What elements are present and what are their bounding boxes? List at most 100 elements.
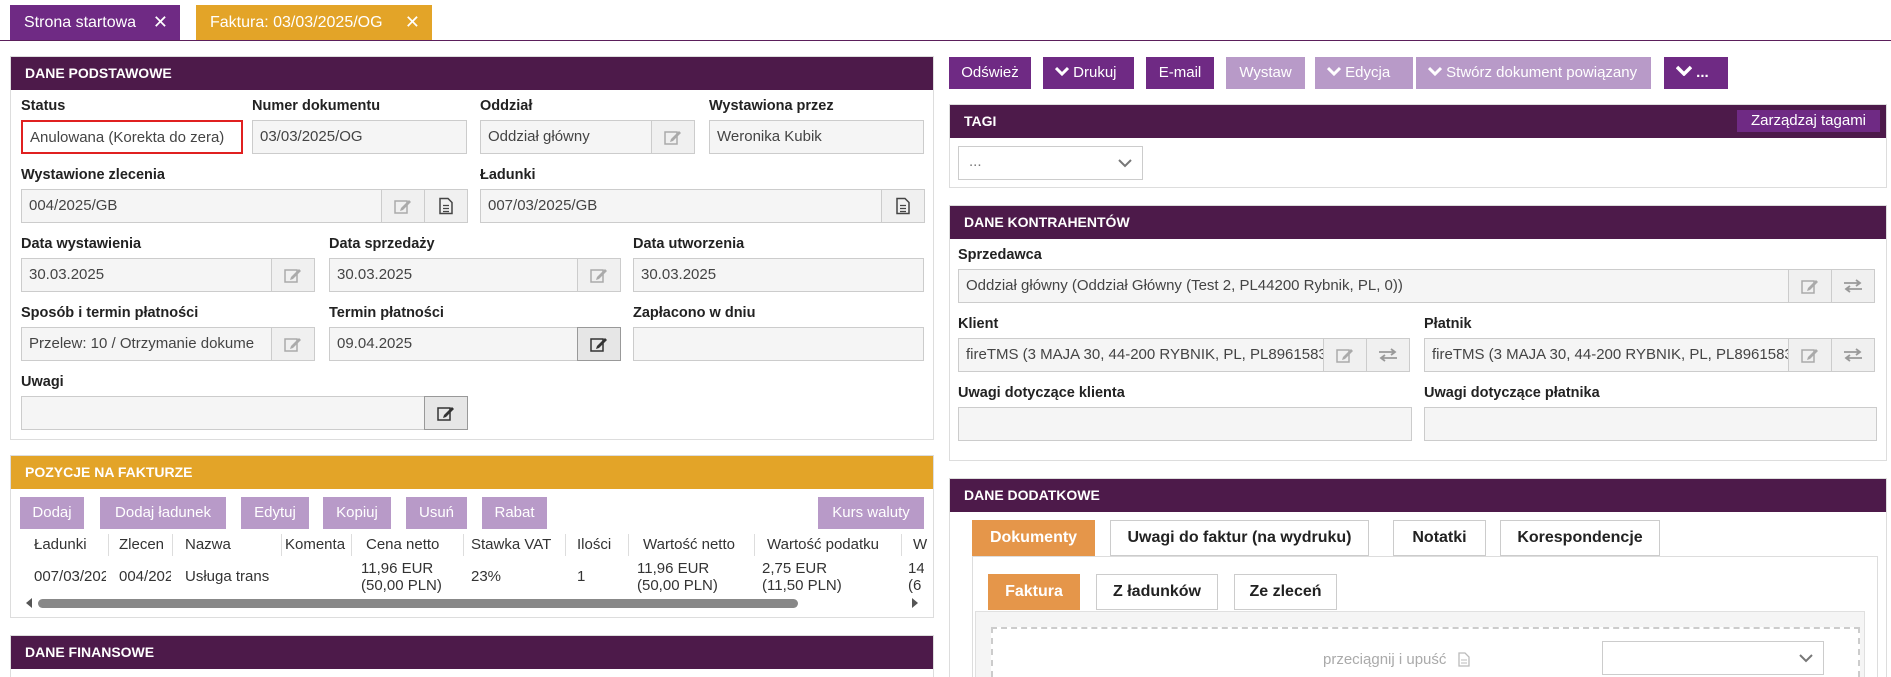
chevron-down-icon — [1427, 66, 1443, 77]
issue-date-label: Data wystawienia — [21, 236, 142, 252]
close-icon[interactable]: ✕ — [153, 5, 168, 40]
tab-label: Faktura: 03/03/2025/OG — [210, 14, 383, 31]
orders-field[interactable]: 004/2025/GB — [21, 189, 383, 223]
tab-notes[interactable]: Notatki — [1393, 520, 1486, 556]
panel-header: DANE KONTRAHENTÓW — [950, 206, 1886, 239]
edit-due-date-button[interactable] — [577, 327, 621, 361]
tab-label: Strona startowa — [24, 14, 137, 31]
copy-item-button[interactable]: Kopiuj — [323, 497, 391, 529]
scroll-left-arrow[interactable] — [26, 598, 32, 608]
edit-sale-date-button[interactable] — [577, 258, 621, 292]
status-field[interactable]: Anulowana (Korekta do zera) — [21, 120, 243, 154]
column-header[interactable]: Wartość netto — [643, 536, 753, 553]
payer-notes-field[interactable] — [1424, 407, 1877, 441]
loads-label: Ładunki — [480, 167, 536, 183]
horizontal-scrollbar[interactable] — [20, 596, 924, 612]
tab-documents[interactable]: Dokumenty — [972, 520, 1095, 556]
delete-item-button[interactable]: Usuń — [406, 497, 467, 529]
subtab-from-loads[interactable]: Z ładunków — [1096, 574, 1218, 610]
cell-order: 004/202 — [119, 568, 171, 585]
edit-client-button[interactable] — [1323, 338, 1367, 372]
edit-issue-date-button[interactable] — [271, 258, 315, 292]
tags-select[interactable]: ... — [958, 146, 1143, 180]
edit-item-button[interactable]: Edytuj — [241, 497, 309, 529]
client-field[interactable]: fireTMS (3 MAJA 30, 44-200 RYBNIK, PL, P… — [958, 338, 1325, 372]
edit-branch-button[interactable] — [651, 120, 695, 154]
scrollbar-thumb[interactable] — [38, 599, 798, 608]
swap-payer-button[interactable] — [1831, 338, 1875, 372]
notes-field[interactable] — [21, 396, 426, 430]
edit-payment-method-button[interactable] — [271, 327, 315, 361]
column-divider — [565, 534, 566, 556]
chevron-down-icon — [1326, 66, 1342, 77]
edit-seller-button[interactable] — [1788, 269, 1832, 303]
column-divider — [172, 534, 173, 556]
column-header[interactable]: Ilości — [577, 536, 617, 553]
cell-vat: 23% — [471, 568, 502, 585]
close-icon[interactable]: ✕ — [405, 5, 420, 40]
create-related-label: Stwórz dokument powiązany — [1446, 64, 1638, 81]
chevron-down-icon — [1675, 65, 1693, 77]
column-header[interactable]: Cena netto — [366, 536, 456, 553]
more-actions-button[interactable]: ... — [1664, 57, 1728, 89]
created-field[interactable]: 30.03.2025 — [633, 258, 924, 292]
edit-dropdown-button[interactable]: Edycja — [1315, 57, 1413, 89]
add-item-button[interactable]: Dodaj — [20, 497, 84, 529]
payment-method-field[interactable]: Przelew: 10 / Otrzymanie dokume — [21, 327, 273, 361]
docnum-field[interactable]: 03/03/2025/OG — [252, 120, 467, 154]
column-header[interactable]: Wartość podatku — [767, 536, 887, 553]
manage-tags-button[interactable]: Zarządzaj tagami — [1737, 110, 1880, 132]
add-load-button[interactable]: Dodaj ładunek — [100, 497, 226, 529]
tags-select-value: ... — [969, 153, 982, 170]
due-date-label: Termin płatności — [329, 305, 444, 321]
document-type-select[interactable] — [1602, 641, 1824, 675]
drop-zone[interactable]: przeciągnij i upuść — [991, 627, 1860, 677]
issue-date-field[interactable]: 30.03.2025 — [21, 258, 273, 292]
branch-label: Oddział — [480, 98, 533, 114]
client-notes-field[interactable] — [958, 407, 1412, 441]
issued-by-field[interactable]: Weronika Kubik — [709, 120, 924, 154]
tab-invoice-notes[interactable]: Uwagi do faktur (na wydruku) — [1110, 520, 1369, 556]
edit-orders-button[interactable] — [381, 189, 425, 223]
scroll-right-arrow[interactable] — [912, 598, 918, 608]
print-label: Drukuj — [1073, 64, 1117, 81]
edit-payer-button[interactable] — [1788, 338, 1832, 372]
email-button[interactable]: E-mail — [1146, 57, 1214, 89]
paid-date-field[interactable] — [633, 327, 924, 361]
due-date-field[interactable]: 09.04.2025 — [329, 327, 579, 361]
swap-client-button[interactable] — [1366, 338, 1410, 372]
sale-date-field[interactable]: 30.03.2025 — [329, 258, 579, 292]
pencil-icon — [394, 200, 411, 214]
seller-field[interactable]: Oddział główny (Oddział Główny (Test 2, … — [958, 269, 1790, 303]
discount-button[interactable]: Rabat — [482, 497, 547, 529]
column-header[interactable]: Nazwa — [185, 536, 275, 553]
tab-start-page[interactable]: Strona startowa ✕ — [10, 5, 180, 40]
cell-price-eur: 11,96 EUR — [361, 560, 434, 577]
column-header[interactable]: Komenta — [285, 536, 347, 553]
subtab-invoice[interactable]: Faktura — [988, 574, 1080, 610]
print-button[interactable]: Drukuj — [1043, 57, 1134, 89]
refresh-button[interactable]: Odśwież — [949, 57, 1031, 89]
seller-label: Sprzedawca — [958, 247, 1042, 263]
create-related-document-button[interactable]: Stwórz dokument powiązany — [1416, 57, 1651, 89]
orders-document-button[interactable] — [424, 189, 468, 223]
column-header[interactable]: Stawka VAT — [471, 536, 561, 553]
currency-rate-button[interactable]: Kurs waluty — [818, 497, 924, 529]
column-header[interactable]: Zlecen — [119, 536, 165, 553]
payer-field[interactable]: fireTMS (3 MAJA 30, 44-200 RYBNIK, PL, P… — [1424, 338, 1790, 372]
edit-notes-button[interactable] — [424, 396, 468, 430]
column-header[interactable]: W — [913, 536, 929, 553]
client-notes-label: Uwagi dotyczące klienta — [958, 385, 1125, 401]
branch-field[interactable]: Oddział główny — [480, 120, 652, 154]
column-divider — [108, 534, 109, 556]
loads-document-button[interactable] — [881, 189, 925, 223]
swap-seller-button[interactable] — [1831, 269, 1875, 303]
issue-button[interactable]: Wystaw — [1226, 57, 1305, 89]
panel-header: DANE DODATKOWE — [950, 479, 1886, 512]
pencil-icon — [590, 269, 607, 283]
tab-correspondence[interactable]: Korespondencje — [1500, 520, 1660, 556]
loads-field[interactable]: 007/03/2025/GB — [480, 189, 883, 223]
subtab-from-orders[interactable]: Ze zleceń — [1234, 574, 1337, 610]
tab-invoice[interactable]: Faktura: 03/03/2025/OG ✕ — [196, 5, 432, 40]
column-header[interactable]: Ładunki — [34, 536, 104, 553]
